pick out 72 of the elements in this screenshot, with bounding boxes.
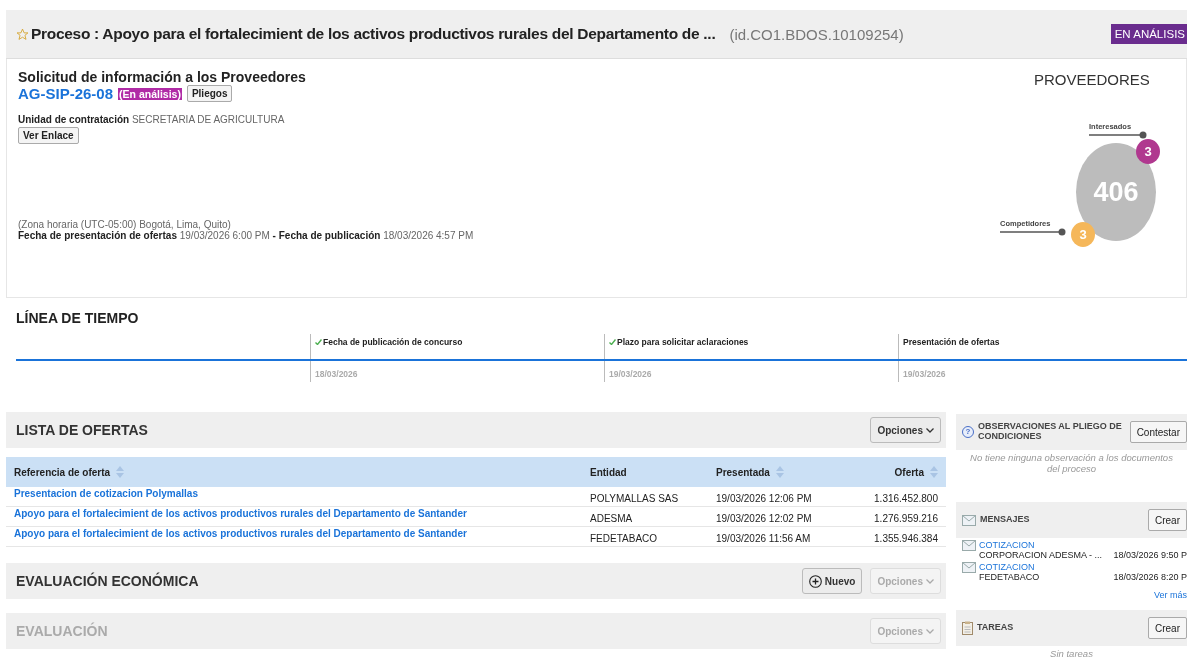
milestone-date: 19/03/2026 xyxy=(609,369,653,381)
view-link-button[interactable]: Ver Enlace xyxy=(18,127,79,144)
section-title: TAREAS xyxy=(977,623,1015,633)
section-title: LISTA DE OFERTAS xyxy=(16,422,149,438)
message-sender: CORPORACION ADESMA - ... xyxy=(979,550,1104,560)
envelope-icon xyxy=(962,514,976,526)
milestone-date: 18/03/2026 xyxy=(315,369,359,381)
table-cell: 1.276.959.216 xyxy=(874,513,938,524)
column-header[interactable]: Entidad xyxy=(590,466,627,478)
contracting-unit: Unidad de contratación SECRETARIA DE AGRICULTURA xyxy=(18,114,286,125)
envelope-icon xyxy=(962,562,976,573)
table-cell: 1.355.946.384 xyxy=(874,533,938,544)
table-cell: 19/03/2026 11:56 AM xyxy=(716,533,811,544)
process-title: Proceso : Apoyo para el fortalecimient de los activos productivos rurales del Departamento de ... xyxy=(31,25,716,43)
offer-link[interactable]: Apoyo para el fortalecimient de los activos productivos rurales del Departamento de Santander xyxy=(14,508,467,519)
create-button[interactable]: Crear xyxy=(1148,617,1187,639)
section-title: EVALUACIÓN ECONÓMICA xyxy=(16,573,200,589)
column-header[interactable]: Presentada xyxy=(716,466,784,478)
message-subject[interactable]: COTIZACION xyxy=(979,562,1111,572)
timeline-title: LÍNEA DE TIEMPO xyxy=(16,310,140,326)
help-icon: ? xyxy=(962,426,974,438)
clipboard-icon xyxy=(962,621,973,635)
process-id: (id.CO1.BDOS.10109254) xyxy=(729,25,904,43)
column-header[interactable]: Oferta xyxy=(894,466,938,478)
table-cell: FEDETABACO xyxy=(590,533,658,544)
pliegos-button[interactable]: Pliegos xyxy=(186,85,233,102)
milestone-label: Plazo para solicitar aclaraciones xyxy=(609,334,898,347)
reply-button[interactable]: Contestar xyxy=(1129,421,1187,443)
sort-icon[interactable] xyxy=(775,466,784,478)
see-more-link[interactable]: Ver más xyxy=(956,590,1187,600)
offer-link[interactable]: Apoyo para el fortalecimient de los activos productivos rurales del Departamento de Santander xyxy=(14,528,467,539)
dates-text: Fecha de presentación de ofertas 19/03/2026 6:00 PM - Fecha de publicación 18/03/2026 4:57 PM xyxy=(18,230,475,241)
table-cell: 19/03/2026 12:02 PM xyxy=(716,513,812,524)
reference-code: AG-SIP-26-08 xyxy=(18,85,114,102)
milestone-label: Fecha de publicación de concurso xyxy=(315,334,604,347)
interested-count: 3 xyxy=(1136,139,1160,164)
status-badge: EN ANÁLISIS xyxy=(1110,24,1187,44)
empty-message: No tiene ninguna observación a los documentos del proceso xyxy=(969,451,1174,476)
competitors-count: 3 xyxy=(1071,222,1095,247)
section-title: OBSERVACIONES AL PLIEGO DE CONDICIONES xyxy=(978,422,1123,442)
providers-title: PROVEEDORES xyxy=(1034,71,1150,88)
envelope-icon xyxy=(962,540,976,551)
table-cell: POLYMALLAS SAS xyxy=(590,493,679,504)
message-sender: FEDETABACO xyxy=(979,572,1041,582)
star-icon[interactable] xyxy=(16,27,29,41)
caret-icon xyxy=(926,628,934,634)
message-date: 18/03/2026 9:50 P xyxy=(1113,550,1187,560)
message-date: 18/03/2026 8:20 P xyxy=(1113,572,1187,582)
options-button[interactable]: Opciones xyxy=(870,417,941,443)
offer-link[interactable]: Presentacion de cotizacion Polymallas xyxy=(14,488,198,499)
milestone-label: Presentación de ofertas xyxy=(903,336,1001,347)
create-button[interactable]: Crear xyxy=(1148,509,1187,531)
sort-icon[interactable] xyxy=(116,466,125,478)
sort-icon[interactable] xyxy=(930,466,938,478)
section-title: EVALUACIÓN xyxy=(16,623,109,639)
timezone-text: (Zona horaria (UTC-05:00) Bogotá, Lima, Quito) xyxy=(18,219,232,230)
column-header[interactable]: Referencia de oferta xyxy=(14,466,125,478)
table-cell: 1.316.452.800 xyxy=(874,493,938,504)
leader-line xyxy=(1000,228,1066,236)
message-subject[interactable]: COTIZACION xyxy=(979,540,1111,550)
caret-icon xyxy=(926,427,934,433)
new-button[interactable]: Nuevo xyxy=(801,568,863,594)
plus-icon xyxy=(808,574,822,588)
table-cell: 19/03/2026 12:06 PM xyxy=(716,493,812,504)
empty-message: Sin tareas xyxy=(1049,647,1094,661)
caret-icon xyxy=(926,578,934,584)
request-type: Solicitud de información a los Proveedores xyxy=(18,69,307,85)
table-cell: ADESMA xyxy=(590,513,633,524)
milestone-date: 19/03/2026 xyxy=(903,369,947,381)
status-badge: (En análisis) xyxy=(118,87,182,100)
leader-line xyxy=(1089,131,1147,139)
section-title: MENSAJES xyxy=(980,515,1031,525)
